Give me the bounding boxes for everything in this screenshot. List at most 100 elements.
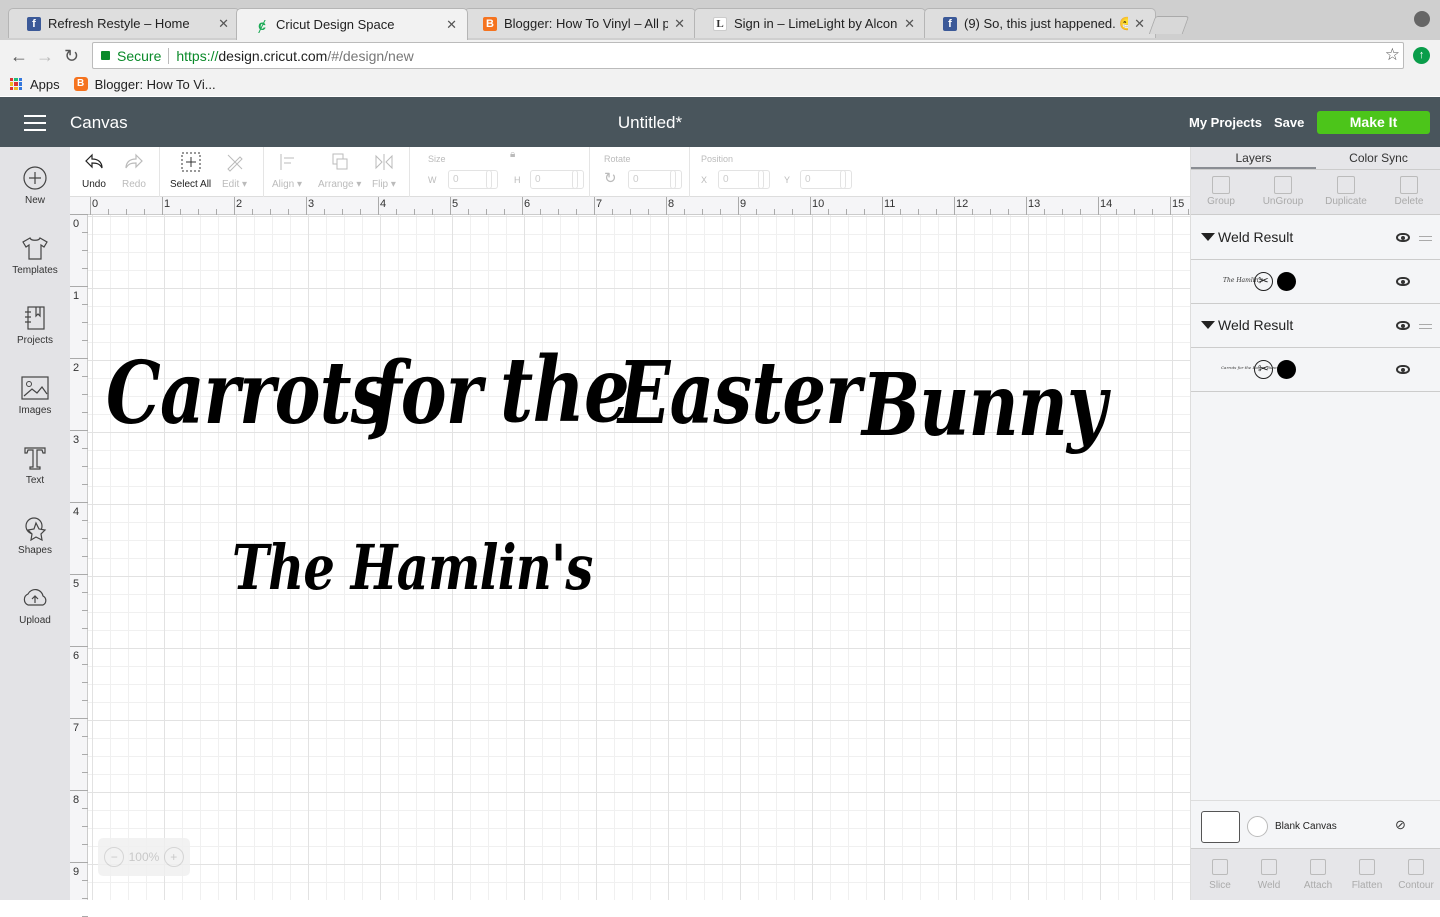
sidebar-item-templates[interactable]: Templates <box>0 235 70 276</box>
layer-color-swatch[interactable] <box>1277 272 1296 291</box>
new-tab-button[interactable] <box>1148 16 1190 34</box>
delete-button[interactable]: Delete <box>1379 176 1439 207</box>
tab-color-sync[interactable]: Color Sync <box>1316 147 1440 169</box>
layer-item[interactable]: Carrots for the Easter Bunny ✂ <box>1191 348 1440 392</box>
select-all-button[interactable]: Select All <box>170 151 211 190</box>
attach-button[interactable]: Attach <box>1294 859 1342 891</box>
text-the-hamlins[interactable]: The Hamlin's <box>232 531 593 604</box>
bookmark-item[interactable]: Blogger: How To Vi... <box>95 77 216 92</box>
url-scheme: https:// <box>176 47 219 64</box>
browser-tab[interactable]: L Sign in – LimeLight by Alcone ✕ <box>694 8 926 38</box>
align-dropdown[interactable]: Align ▾ <box>272 151 302 190</box>
image-icon <box>21 376 49 400</box>
y-stepper[interactable] <box>840 170 852 189</box>
facebook-icon: f <box>27 16 41 31</box>
close-tab-icon[interactable]: ✕ <box>446 17 457 33</box>
rotate-group: Rotate ↻ 0 <box>590 147 690 197</box>
address-bar[interactable]: Secure https://design.cricut.com/#/desig… <box>92 42 1404 69</box>
sidebar-item-images[interactable]: Images <box>0 375 70 416</box>
text-the[interactable]: the <box>500 337 630 443</box>
redo-button[interactable]: Redo <box>122 151 146 190</box>
drag-handle-icon[interactable] <box>1419 324 1432 329</box>
bookmarks-bar: Apps B Blogger: How To Vi... <box>0 72 1440 96</box>
edit-dropdown[interactable]: Edit ▾ <box>222 151 247 190</box>
ruler-major-tick <box>70 214 88 215</box>
browser-tab[interactable]: B Blogger: How To Vinyl – All pc ✕ <box>464 8 696 38</box>
visibility-eye-icon[interactable] <box>1396 277 1410 286</box>
layer-group[interactable]: Weld Result <box>1191 216 1440 260</box>
bookmark-star-icon[interactable]: ☆ <box>1385 45 1400 65</box>
close-tab-icon[interactable]: ✕ <box>218 16 229 32</box>
text-bunny[interactable]: Bunny <box>862 355 1107 456</box>
undo-button[interactable]: Undo <box>82 151 106 190</box>
blank-canvas-row[interactable]: Blank Canvas ⊘ <box>1191 800 1440 848</box>
slice-button[interactable]: Slice <box>1196 859 1244 891</box>
height-input[interactable]: 0 <box>530 170 578 189</box>
visibility-eye-icon[interactable] <box>1396 365 1410 374</box>
sidebar-item-shapes[interactable]: Shapes <box>0 515 70 556</box>
height-stepper[interactable] <box>572 170 584 189</box>
browser-tab[interactable]: f Refresh Restyle – Home ✕ <box>8 8 240 38</box>
rotate-stepper[interactable] <box>670 170 682 189</box>
arrange-group: Align ▾ Arrange ▾ Flip ▾ <box>264 147 410 197</box>
sidebar-item-projects[interactable]: Projects <box>0 305 70 346</box>
ruler-major-tick <box>1026 197 1027 215</box>
hidden-eye-icon[interactable]: ⊘ <box>1395 817 1406 833</box>
cut-scissors-icon[interactable]: ✂ <box>1254 360 1273 379</box>
drag-handle-icon[interactable] <box>1419 236 1432 241</box>
collapse-triangle-icon[interactable] <box>1201 321 1215 329</box>
tab-layers[interactable]: Layers <box>1191 147 1316 169</box>
my-projects-link[interactable]: My Projects <box>1189 115 1262 130</box>
back-icon[interactable]: ← <box>10 46 28 67</box>
profile-icon[interactable] <box>1414 11 1430 27</box>
close-tab-icon[interactable]: ✕ <box>1134 16 1145 32</box>
text-carrots[interactable]: Carrots <box>106 343 389 444</box>
cut-scissors-icon[interactable]: ✂ <box>1254 272 1273 291</box>
close-tab-icon[interactable]: ✕ <box>904 16 915 32</box>
ruler-major-tick <box>882 197 883 215</box>
visibility-eye-icon[interactable] <box>1396 321 1410 330</box>
sidebar-item-text[interactable]: Text <box>0 445 70 486</box>
text-for[interactable]: for <box>372 343 482 444</box>
layer-group[interactable]: Weld Result <box>1191 304 1440 348</box>
sidebar-item-new[interactable]: New <box>0 165 70 206</box>
flatten-button[interactable]: Flatten <box>1343 859 1391 891</box>
sidebar-item-upload[interactable]: Upload <box>0 585 70 626</box>
save-button[interactable]: Save <box>1274 115 1304 130</box>
lock-ratio-icon[interactable]: 🔒︎ <box>510 149 515 160</box>
contour-icon <box>1408 859 1424 875</box>
rotate-input[interactable]: 0 <box>628 170 676 189</box>
duplicate-button[interactable]: Duplicate <box>1316 176 1376 207</box>
zoom-out-button[interactable]: − <box>104 847 125 867</box>
reload-icon[interactable]: ↻ <box>64 46 79 67</box>
delete-label: Delete <box>1394 196 1424 207</box>
collapse-triangle-icon[interactable] <box>1201 233 1215 241</box>
canvas-color-circle[interactable] <box>1247 816 1268 837</box>
arrange-dropdown[interactable]: Arrange ▾ <box>318 151 361 190</box>
visibility-eye-icon[interactable] <box>1396 233 1410 242</box>
close-tab-icon[interactable]: ✕ <box>674 16 685 32</box>
design-canvas[interactable]: Carrots for the Easter Bunny The Hamlin'… <box>88 215 1190 900</box>
x-stepper[interactable] <box>758 170 770 189</box>
sidebar-item-label: New <box>24 195 45 206</box>
text-easter[interactable]: Easter <box>618 343 862 444</box>
flip-dropdown[interactable]: Flip ▾ <box>372 151 396 190</box>
zoom-in-button[interactable]: + <box>163 847 184 867</box>
layer-color-swatch[interactable] <box>1277 360 1296 379</box>
weld-button[interactable]: Weld <box>1245 859 1293 891</box>
width-stepper[interactable] <box>486 170 498 189</box>
browser-tab[interactable]: f (9) So, this just happened. 😁 ✕ <box>924 8 1156 38</box>
extension-icon[interactable]: ↑ <box>1413 47 1430 64</box>
apps-link[interactable]: Apps <box>30 77 60 92</box>
group-button[interactable]: Group <box>1191 176 1251 207</box>
forward-icon[interactable]: → <box>36 46 54 67</box>
canvas-swatch[interactable] <box>1201 811 1240 843</box>
sidebar-item-label: Upload <box>19 615 51 626</box>
contour-button[interactable]: Contour <box>1392 859 1440 891</box>
ruler-major-tick <box>954 197 955 215</box>
layer-item[interactable]: The Hamlin's ✂ <box>1191 260 1440 304</box>
make-it-button[interactable]: Make It <box>1317 111 1430 134</box>
browser-tab-active[interactable]: ȼ Cricut Design Space ✕ <box>236 8 468 40</box>
ruler-major-tick <box>666 197 667 215</box>
ungroup-button[interactable]: UnGroup <box>1253 176 1313 207</box>
